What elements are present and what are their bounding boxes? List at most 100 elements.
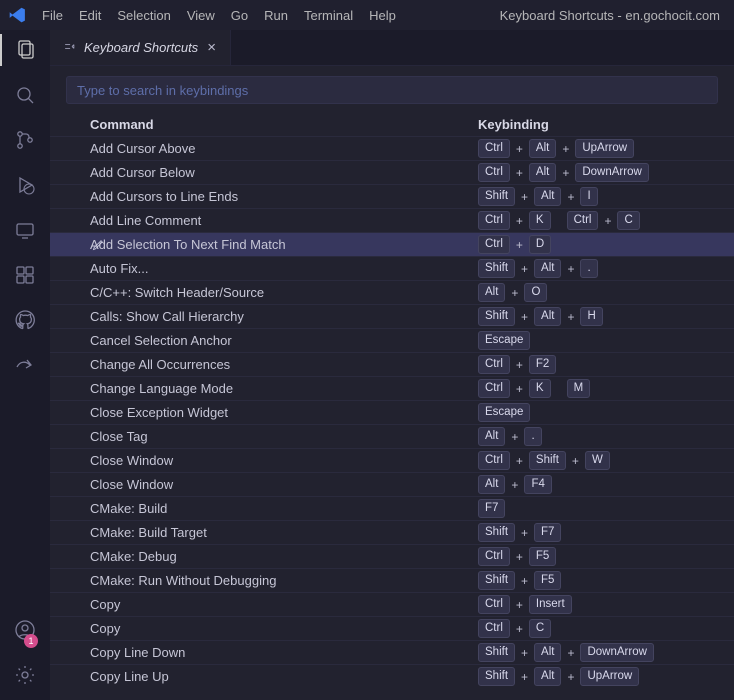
key-chip: Shift — [478, 187, 515, 206]
activity-account-icon[interactable]: 1 — [13, 618, 37, 645]
menu-edit[interactable]: Edit — [71, 0, 109, 30]
command-label: CMake: Debug — [90, 549, 478, 564]
key-chip: F5 — [529, 547, 556, 566]
menu-bar: File Edit Selection View Go Run Terminal… — [34, 0, 404, 30]
key-chip: Alt — [534, 667, 561, 686]
keybinding-grid: Command Keybinding Add Cursor AboveCtrl+… — [50, 112, 734, 700]
command-label: Copy — [90, 597, 478, 612]
key-chip: DownArrow — [580, 643, 653, 662]
keybinding-row[interactable]: Add Cursor AboveCtrl+Alt+UpArrow — [50, 136, 734, 160]
plus-separator: + — [519, 310, 530, 324]
tab-label: Keyboard Shortcuts — [84, 40, 198, 55]
search-strip[interactable] — [66, 76, 718, 104]
key-chip: F5 — [534, 571, 561, 590]
plus-separator: + — [519, 646, 530, 660]
keybinding-row[interactable]: CMake: Build TargetShift+F7 — [50, 520, 734, 544]
plus-separator: + — [514, 598, 525, 612]
keybinding-cell: Ctrl+D — [478, 235, 734, 254]
keybinding-row[interactable]: Add Line CommentCtrl+KCtrl+C — [50, 208, 734, 232]
keybinding-row[interactable]: Change All OccurrencesCtrl+F2 — [50, 352, 734, 376]
key-chip: Alt — [478, 475, 505, 494]
activity-share-icon[interactable] — [13, 353, 37, 380]
activity-debug-icon[interactable] — [13, 173, 37, 200]
key-chip: Ctrl — [478, 139, 510, 158]
keybinding-row[interactable]: Close WindowCtrl+Shift+W — [50, 448, 734, 472]
command-label: Add Line Comment — [90, 213, 478, 228]
menu-go[interactable]: Go — [223, 0, 256, 30]
key-chip: Ctrl — [478, 355, 510, 374]
key-chip: Shift — [478, 643, 515, 662]
keybinding-row[interactable]: Add Selection To Next Find MatchCtrl+D — [50, 232, 734, 256]
plus-separator: + — [565, 190, 576, 204]
keybinding-cell: Ctrl+Shift+W — [478, 451, 734, 470]
key-chip: Escape — [478, 331, 530, 350]
command-label: Close Exception Widget — [90, 405, 478, 420]
keybinding-row[interactable]: CopyCtrl+C — [50, 616, 734, 640]
key-chip: Shift — [529, 451, 566, 470]
keybinding-row[interactable]: Add Cursors to Line EndsShift+Alt+I — [50, 184, 734, 208]
activity-explorer-icon[interactable] — [13, 38, 37, 65]
key-chip: F2 — [529, 355, 556, 374]
activity-bar: 1 — [0, 30, 50, 700]
command-label: Add Selection To Next Find Match — [90, 237, 478, 252]
keybinding-row[interactable]: Copy Line DownShift+Alt+DownArrow — [50, 640, 734, 664]
key-chip: Shift — [478, 259, 515, 278]
command-label: Copy Line Up — [90, 669, 478, 684]
activity-github-icon[interactable] — [13, 308, 37, 335]
key-chip: Ctrl — [478, 451, 510, 470]
keybinding-row[interactable]: CopyCtrl+Insert — [50, 592, 734, 616]
menu-file[interactable]: File — [34, 0, 71, 30]
plus-separator: + — [519, 574, 530, 588]
key-chip: Ctrl — [478, 547, 510, 566]
keybinding-row[interactable]: Copy Line UpShift+Alt+UpArrow — [50, 664, 734, 688]
menu-selection[interactable]: Selection — [109, 0, 178, 30]
keybinding-row[interactable]: Cancel Selection AnchorEscape — [50, 328, 734, 352]
command-label: C/C++: Switch Header/Source — [90, 285, 478, 300]
close-icon[interactable]: × — [205, 39, 218, 56]
header-keybinding[interactable]: Keybinding — [478, 117, 734, 132]
key-chip: F4 — [524, 475, 551, 494]
key-chip: C — [617, 211, 639, 230]
keybinding-row[interactable]: Close TagAlt+. — [50, 424, 734, 448]
key-chip: C — [529, 619, 551, 638]
menu-help[interactable]: Help — [361, 0, 404, 30]
keybinding-row[interactable]: Close Exception WidgetEscape — [50, 400, 734, 424]
menu-terminal[interactable]: Terminal — [296, 0, 361, 30]
tab-keyboard-shortcuts[interactable]: Keyboard Shortcuts × — [50, 30, 231, 65]
keybinding-cell: Ctrl+KM — [478, 379, 734, 398]
key-chip: M — [567, 379, 591, 398]
activity-scm-icon[interactable] — [13, 128, 37, 155]
plus-separator: + — [509, 430, 520, 444]
activity-remote-icon[interactable] — [13, 218, 37, 245]
key-chip: DownArrow — [575, 163, 648, 182]
activity-settings-icon[interactable] — [13, 663, 37, 690]
header-command[interactable]: Command — [90, 117, 478, 132]
keybinding-cell: Shift + F5 — [478, 571, 734, 590]
plus-separator: + — [519, 262, 530, 276]
menu-view[interactable]: View — [179, 0, 223, 30]
keybinding-row[interactable]: Calls: Show Call HierarchyShift+Alt+H — [50, 304, 734, 328]
plus-separator: + — [514, 454, 525, 468]
keybinding-search-input[interactable] — [77, 83, 707, 98]
keybinding-row[interactable]: Auto Fix...Shift+Alt+. — [50, 256, 734, 280]
keybinding-cell: Escape — [478, 403, 734, 422]
keybinding-row[interactable]: Close WindowAlt+F4 — [50, 472, 734, 496]
keybinding-row[interactable]: Add Cursor BelowCtrl+Alt+DownArrow — [50, 160, 734, 184]
key-chip: O — [524, 283, 547, 302]
command-label: Copy Line Down — [90, 645, 478, 660]
menu-run[interactable]: Run — [256, 0, 296, 30]
keybinding-row[interactable]: CMake: BuildF7 — [50, 496, 734, 520]
command-label: Add Cursors to Line Ends — [90, 189, 478, 204]
key-chip: K — [529, 211, 551, 230]
command-label: Add Cursor Above — [90, 141, 478, 156]
activity-extensions-icon[interactable] — [13, 263, 37, 290]
key-chip: Shift — [478, 571, 515, 590]
key-chip: Ctrl — [478, 619, 510, 638]
key-chip: F7 — [534, 523, 561, 542]
keybinding-row[interactable]: CMake: Run Without DebuggingShift+F5 — [50, 568, 734, 592]
edit-icon[interactable] — [86, 233, 110, 257]
keybinding-row[interactable]: CMake: DebugCtrl+F5 — [50, 544, 734, 568]
keybinding-row[interactable]: Change Language ModeCtrl+KM — [50, 376, 734, 400]
keybinding-row[interactable]: C/C++: Switch Header/SourceAlt+O — [50, 280, 734, 304]
activity-search-icon[interactable] — [13, 83, 37, 110]
